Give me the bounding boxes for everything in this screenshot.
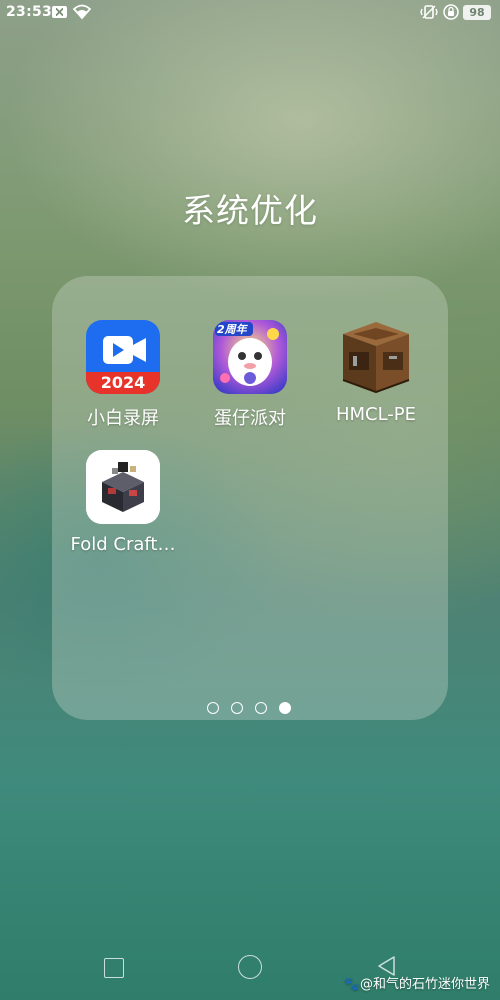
app-xiaobai-recorder[interactable]: 2024 小白录屏	[63, 320, 183, 430]
app-label: HMCL-PE	[335, 404, 417, 425]
watermark-text: @和气的石竹迷你世界	[359, 977, 490, 992]
app-eggy-party[interactable]: 2周年 蛋仔派对	[190, 320, 310, 430]
app-fold-craft[interactable]: Fold Craft…	[63, 450, 183, 555]
app-label: 小白录屏	[87, 408, 159, 429]
vibrate-icon	[420, 5, 438, 19]
app-label: 蛋仔派对	[214, 408, 286, 429]
recents-button[interactable]	[104, 958, 124, 978]
page-dot[interactable]	[255, 702, 267, 714]
battery-level: 98	[463, 5, 491, 20]
page-dot[interactable]	[231, 702, 243, 714]
notification-icon	[52, 6, 67, 18]
eggy-party-icon: 2周年	[213, 320, 287, 394]
home-button[interactable]	[238, 955, 262, 979]
lock-rotation-icon	[443, 4, 459, 20]
wifi-icon	[72, 4, 92, 20]
status-time: 23:53	[6, 4, 53, 20]
app-label: Fold Craft…	[70, 534, 176, 555]
watermark: 🐾@和气的石竹迷你世界	[344, 973, 490, 992]
crafting-table-icon	[339, 320, 413, 394]
page-dot-active[interactable]	[279, 702, 291, 714]
status-bar: 23:53 98	[0, 0, 500, 26]
recorder-year-badge: 2024	[100, 373, 146, 392]
app-hmcl-pe[interactable]: HMCL-PE	[316, 320, 436, 425]
page-dot[interactable]	[207, 702, 219, 714]
folder-title[interactable]: 系统优化	[0, 184, 500, 232]
screen-recorder-icon: 2024	[86, 320, 160, 394]
paw-icon: 🐾	[343, 977, 360, 992]
fold-craft-icon	[86, 450, 160, 524]
eggy-anniversary-badge: 2周年	[217, 323, 247, 336]
